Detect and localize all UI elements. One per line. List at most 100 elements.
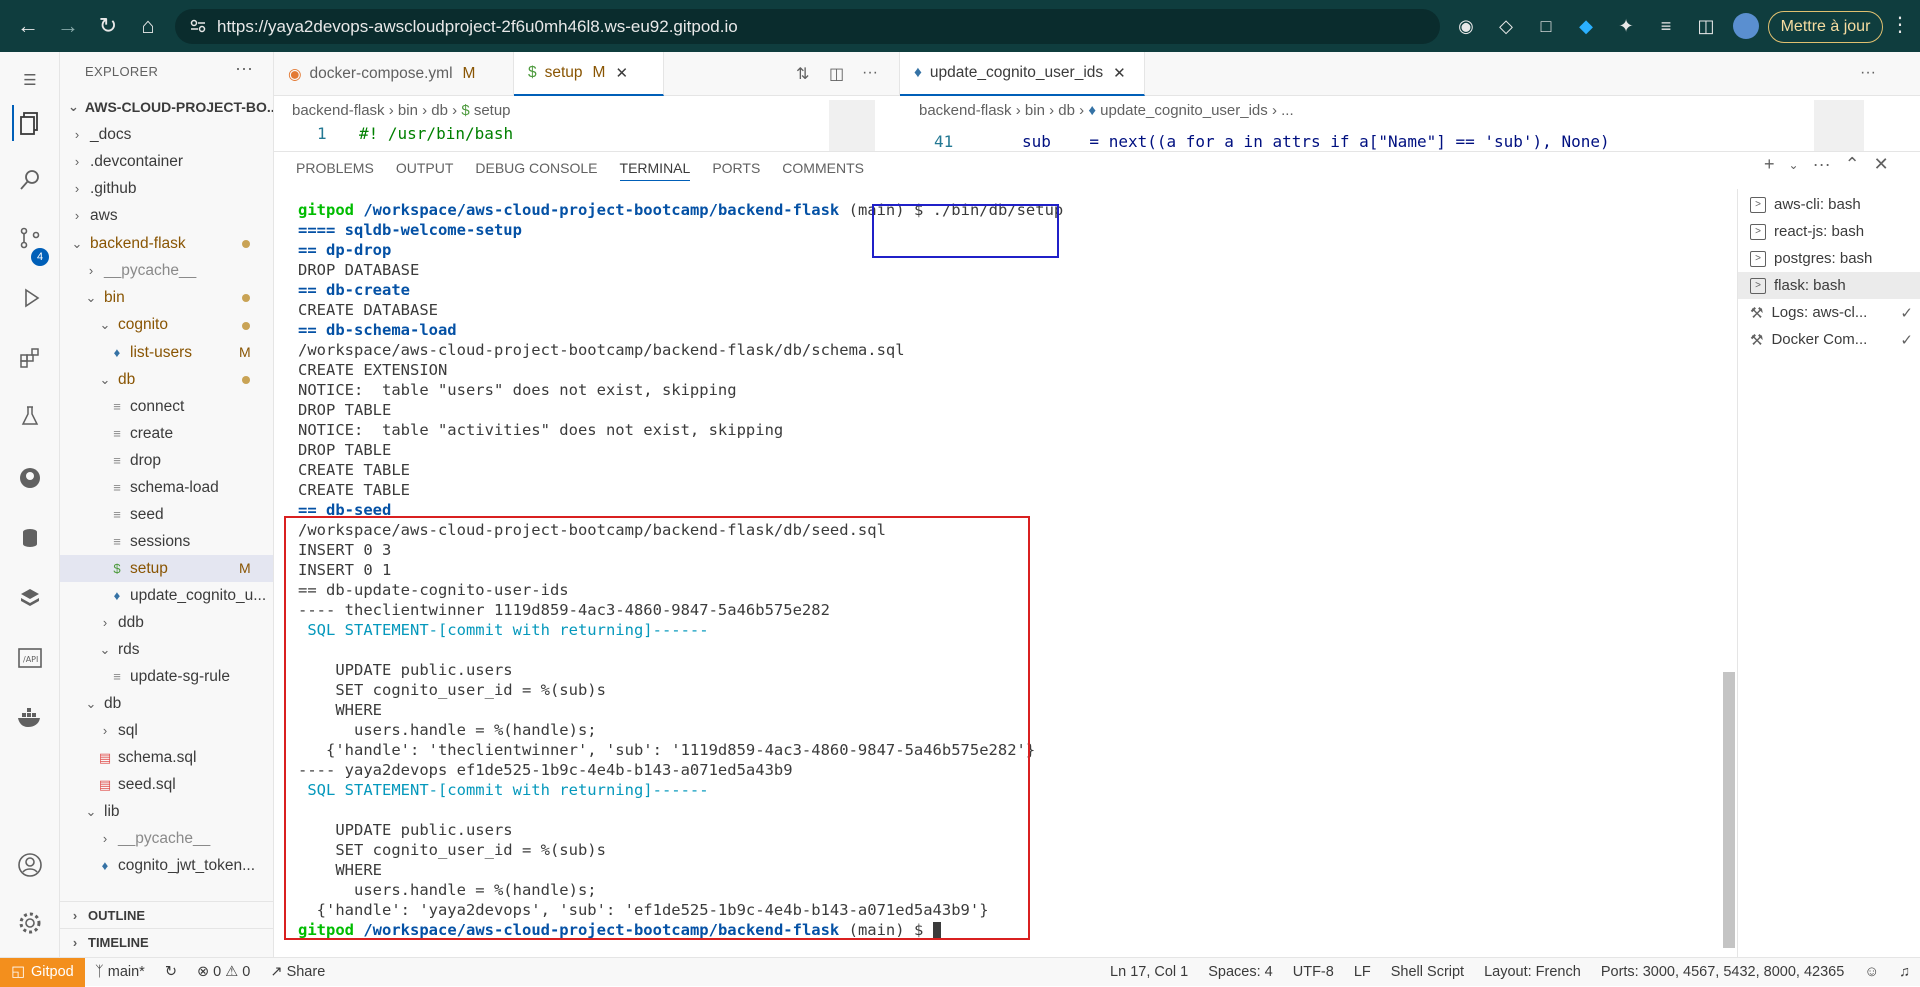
maximize-panel-icon[interactable]: ⌃ [1845,154,1860,175]
tree-file[interactable]: ♦ update_cognito_u... [60,582,273,609]
terminal-item[interactable]: > react-js: bash [1738,218,1920,245]
more-actions-icon[interactable]: ··· [235,58,253,79]
notifications-bell-icon[interactable]: ♫ [1889,964,1920,980]
tree-folder[interactable]: › .github [60,175,273,202]
tree-folder[interactable]: › aws [60,202,273,229]
tree-file[interactable]: ▤ schema.sql [60,744,273,771]
api-icon[interactable]: /API [12,640,48,676]
home-icon[interactable]: ⌂ [128,6,168,46]
extension-icon[interactable]: ◇ [1490,10,1522,42]
site-info-icon[interactable] [189,17,207,35]
tree-folder[interactable]: › .devcontainer [60,148,273,175]
terminal-scrollbar[interactable] [1723,672,1735,948]
tab-terminal[interactable]: TERMINAL [619,160,691,181]
tab-docker-compose[interactable]: ◉ docker-compose.yml M [274,52,514,96]
terminal-item-active[interactable]: > flask: bash [1738,272,1920,299]
tree-folder[interactable]: ⌄ rds [60,636,273,663]
terminal-item[interactable]: > postgres: bash [1738,245,1920,272]
compare-changes-icon[interactable]: ⇅ [796,64,809,84]
tab-update-cognito-user-ids[interactable]: ♦ update_cognito_user_ids ✕ [900,52,1145,96]
tree-file[interactable]: ≡ drop [60,447,273,474]
tab-output[interactable]: OUTPUT [396,160,454,181]
extensions-icon[interactable] [12,340,48,376]
keyboard-layout[interactable]: Layout: French [1474,964,1591,980]
screenshot-icon[interactable]: □ [1530,10,1562,42]
tree-file[interactable]: ≡ seed [60,501,273,528]
puzzle-icon[interactable]: ✦ [1610,10,1642,42]
problems-indicator[interactable]: ⊗ 0 ⚠ 0 [187,964,260,980]
tab-setup[interactable]: $ setup M ✕ [514,52,664,96]
aws-icon[interactable] [12,580,48,616]
reading-list-icon[interactable]: ≡ [1650,10,1682,42]
tree-folder[interactable]: ⌄ db [60,690,273,717]
remote-indicator[interactable]: ◱ Gitpod [0,957,85,987]
close-icon[interactable]: ✕ [1874,154,1889,175]
testing-icon[interactable] [12,398,48,434]
language-mode[interactable]: Shell Script [1381,964,1474,980]
split-editor-icon[interactable]: ◫ [829,64,844,84]
address-bar[interactable]: https://yaya2devops-awscloudproject-2f6u… [175,9,1440,44]
tab-ports[interactable]: PORTS [712,160,760,181]
sidebar-icon[interactable]: ◫ [1690,10,1722,42]
search-icon[interactable] [12,162,48,198]
more-actions-icon[interactable]: ··· [1860,64,1876,82]
extension-icon[interactable]: ◉ [1450,10,1482,42]
tree-folder[interactable]: › ddb [60,609,273,636]
minimap[interactable] [829,100,875,151]
avatar[interactable] [1730,10,1762,42]
end-of-line[interactable]: LF [1344,964,1381,980]
tab-problems[interactable]: PROBLEMS [296,160,374,181]
tree-folder[interactable]: › __pycache__ [60,825,273,852]
timeline-section[interactable]: › TIMELINE [60,928,273,955]
tree-file[interactable]: ≡ connect [60,393,273,420]
extension-icon[interactable]: ◆ [1570,10,1602,42]
close-icon[interactable]: ✕ [615,64,628,82]
feedback-icon[interactable]: ☺ [1854,964,1889,980]
branch-indicator[interactable]: ᛉ main* [85,964,155,980]
cursor-position[interactable]: Ln 17, Col 1 [1100,964,1198,980]
workspace-root[interactable]: ⌄ AWS-CLOUD-PROJECT-BO... [60,94,273,120]
update-button[interactable]: Mettre à jour [1768,11,1883,43]
back-icon[interactable]: ← [8,6,48,46]
account-icon[interactable] [12,847,48,883]
tree-folder[interactable]: ⌄ lib [60,798,273,825]
close-icon[interactable]: ✕ [1113,64,1126,82]
new-terminal-icon[interactable]: + [1764,154,1775,175]
indentation[interactable]: Spaces: 4 [1198,964,1283,980]
explorer-icon[interactable] [12,105,48,141]
tree-file[interactable]: ≡ sessions [60,528,273,555]
code-line[interactable]: sub = next((a for a in attrs if a["Name"… [1022,132,1610,151]
database-icon[interactable] [12,520,48,556]
share-button[interactable]: ↗ Share [260,964,335,980]
more-actions-icon[interactable]: ··· [862,64,878,82]
tree-file[interactable]: ≡ update-sg-rule [60,663,273,690]
sync-icon[interactable]: ↻ [155,964,187,980]
settings-gear-icon[interactable] [12,905,48,941]
tab-debug-console[interactable]: DEBUG CONSOLE [475,160,597,181]
run-debug-icon[interactable] [12,280,48,316]
menu-icon[interactable]: ☰ [12,62,48,98]
ports-indicator[interactable]: Ports: 3000, 4567, 5432, 8000, 42365 [1591,964,1854,980]
tree-folder[interactable]: › __pycache__ [60,257,273,284]
encoding[interactable]: UTF-8 [1283,964,1344,980]
reload-icon[interactable]: ↻ [88,6,128,46]
chevron-down-icon[interactable]: ⌄ [1789,158,1799,175]
code-line[interactable]: #! /usr/bin/bash [359,124,513,143]
terminal-item[interactable]: ⚒ Docker Com... ✓ [1738,326,1920,353]
terminal-item[interactable]: ⚒ Logs: aws-cl... ✓ [1738,299,1920,326]
minimap[interactable] [1814,100,1864,151]
tab-comments[interactable]: COMMENTS [782,160,864,181]
tree-folder[interactable]: › _docs [60,121,273,148]
terminal-item[interactable]: > aws-cli: bash [1738,191,1920,218]
outline-section[interactable]: › OUTLINE [60,901,273,928]
tree-file[interactable]: ▤ seed.sql [60,771,273,798]
forward-icon[interactable]: → [48,6,88,46]
browser-menu-icon[interactable]: ⋮ [1890,12,1910,37]
tree-file[interactable]: ≡ create [60,420,273,447]
tree-file[interactable]: ≡ schema-load [60,474,273,501]
tree-folder[interactable]: › sql [60,717,273,744]
github-icon[interactable] [12,460,48,496]
more-actions-icon[interactable]: ··· [1813,154,1831,175]
docker-icon[interactable] [12,700,48,736]
tree-file[interactable]: ♦ cognito_jwt_token... [60,852,273,879]
